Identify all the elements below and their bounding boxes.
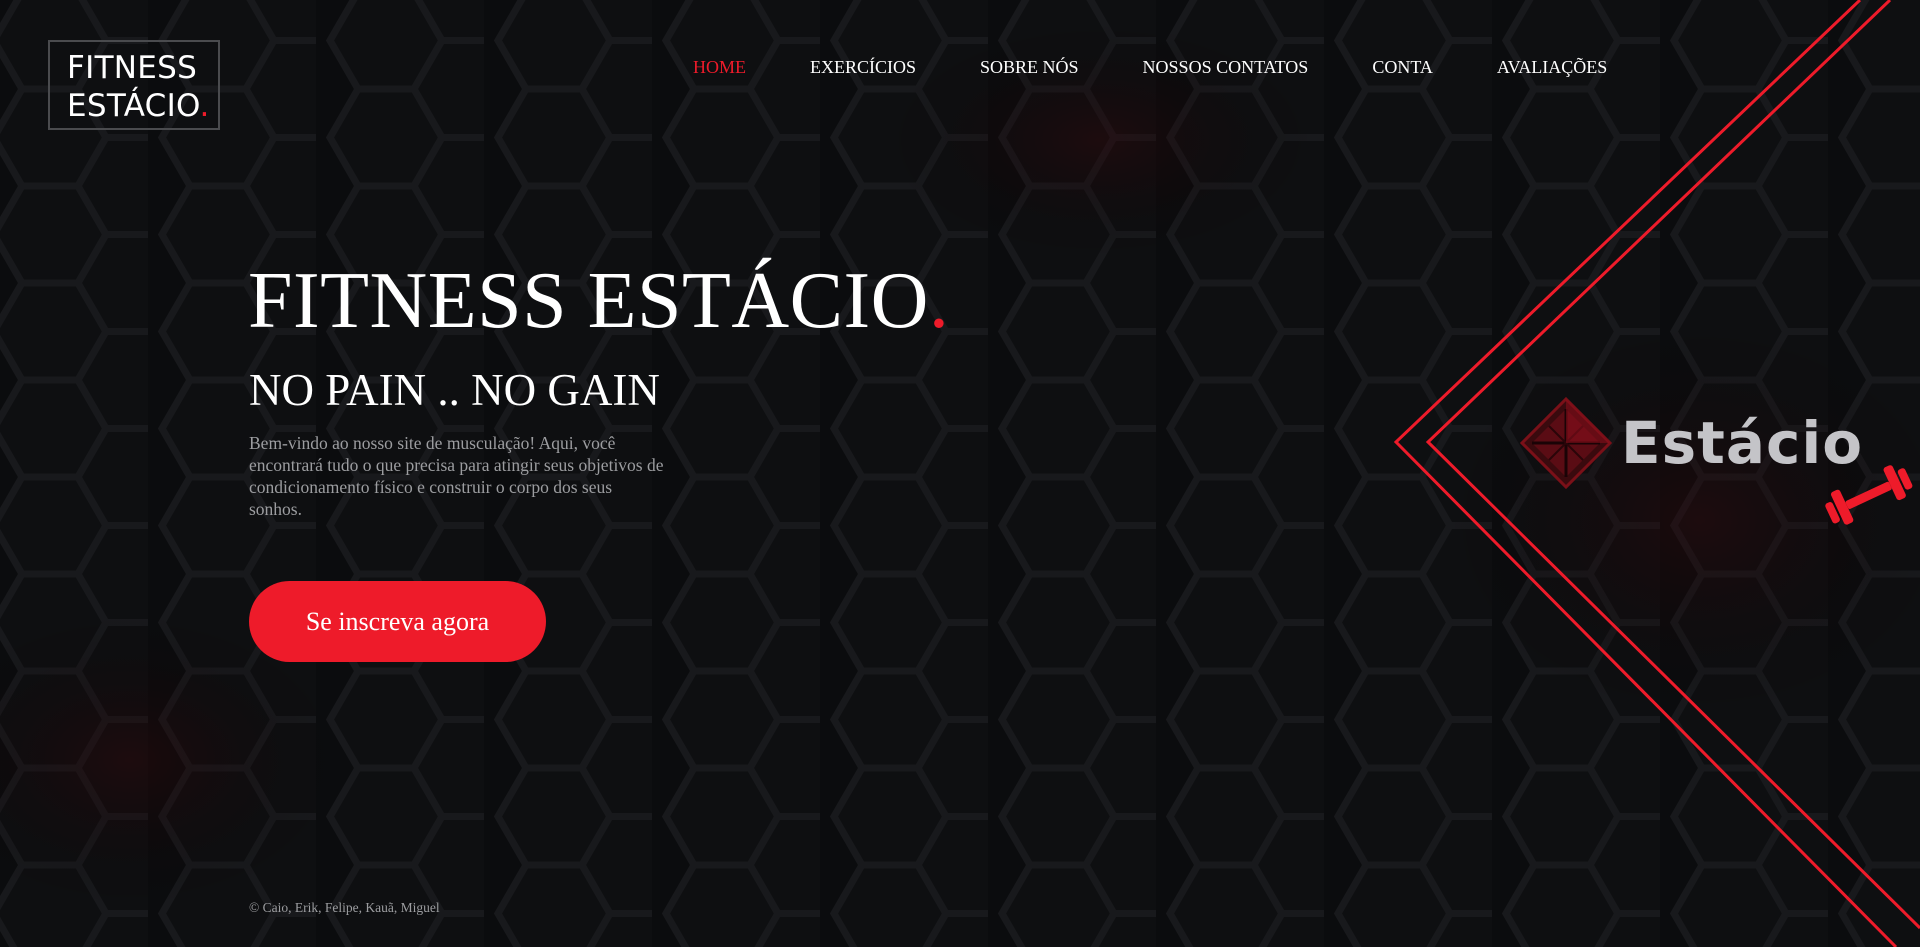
signup-button[interactable]: Se inscreva agora [249,581,546,662]
main-nav: HOME EXERCÍCIOS SOBRE NÓS NOSSOS CONTATO… [693,57,1607,78]
nav-exercicios[interactable]: EXERCÍCIOS [810,57,916,78]
nav-nossos-contatos[interactable]: NOSSOS CONTATOS [1143,57,1309,78]
hero-title: FITNESS ESTÁCIO. [248,257,949,345]
hero-description: Bem-vindo ao nosso site de musculação! A… [249,433,664,519]
site-logo[interactable]: FITNESS ESTÁCIO. [48,40,220,130]
footer-credits: © Caio, Erik, Felipe, Kauã, Miguel [249,900,440,915]
dumbbell-icon [1825,465,1913,525]
logo-line-2: ESTÁCIO. [67,87,218,125]
nav-conta[interactable]: CONTA [1372,57,1433,78]
logo-line-1: FITNESS [67,50,198,86]
hero-title-dot: . [928,257,950,345]
logo-dot: . [199,88,210,124]
hero-subtitle: NO PAIN .. NO GAIN [249,365,660,415]
estacio-brand-logo: Estácio [1520,395,1920,530]
nav-home[interactable]: HOME [693,57,746,78]
nav-sobre-nos[interactable]: SOBRE NÓS [980,57,1079,78]
nav-avaliacoes[interactable]: AVALIAÇÕES [1497,57,1607,78]
logo-line-2-text: ESTÁCIO [67,88,200,124]
hero-title-text: FITNESS ESTÁCIO [248,257,929,345]
estacio-diamond-icon [1520,397,1612,489]
